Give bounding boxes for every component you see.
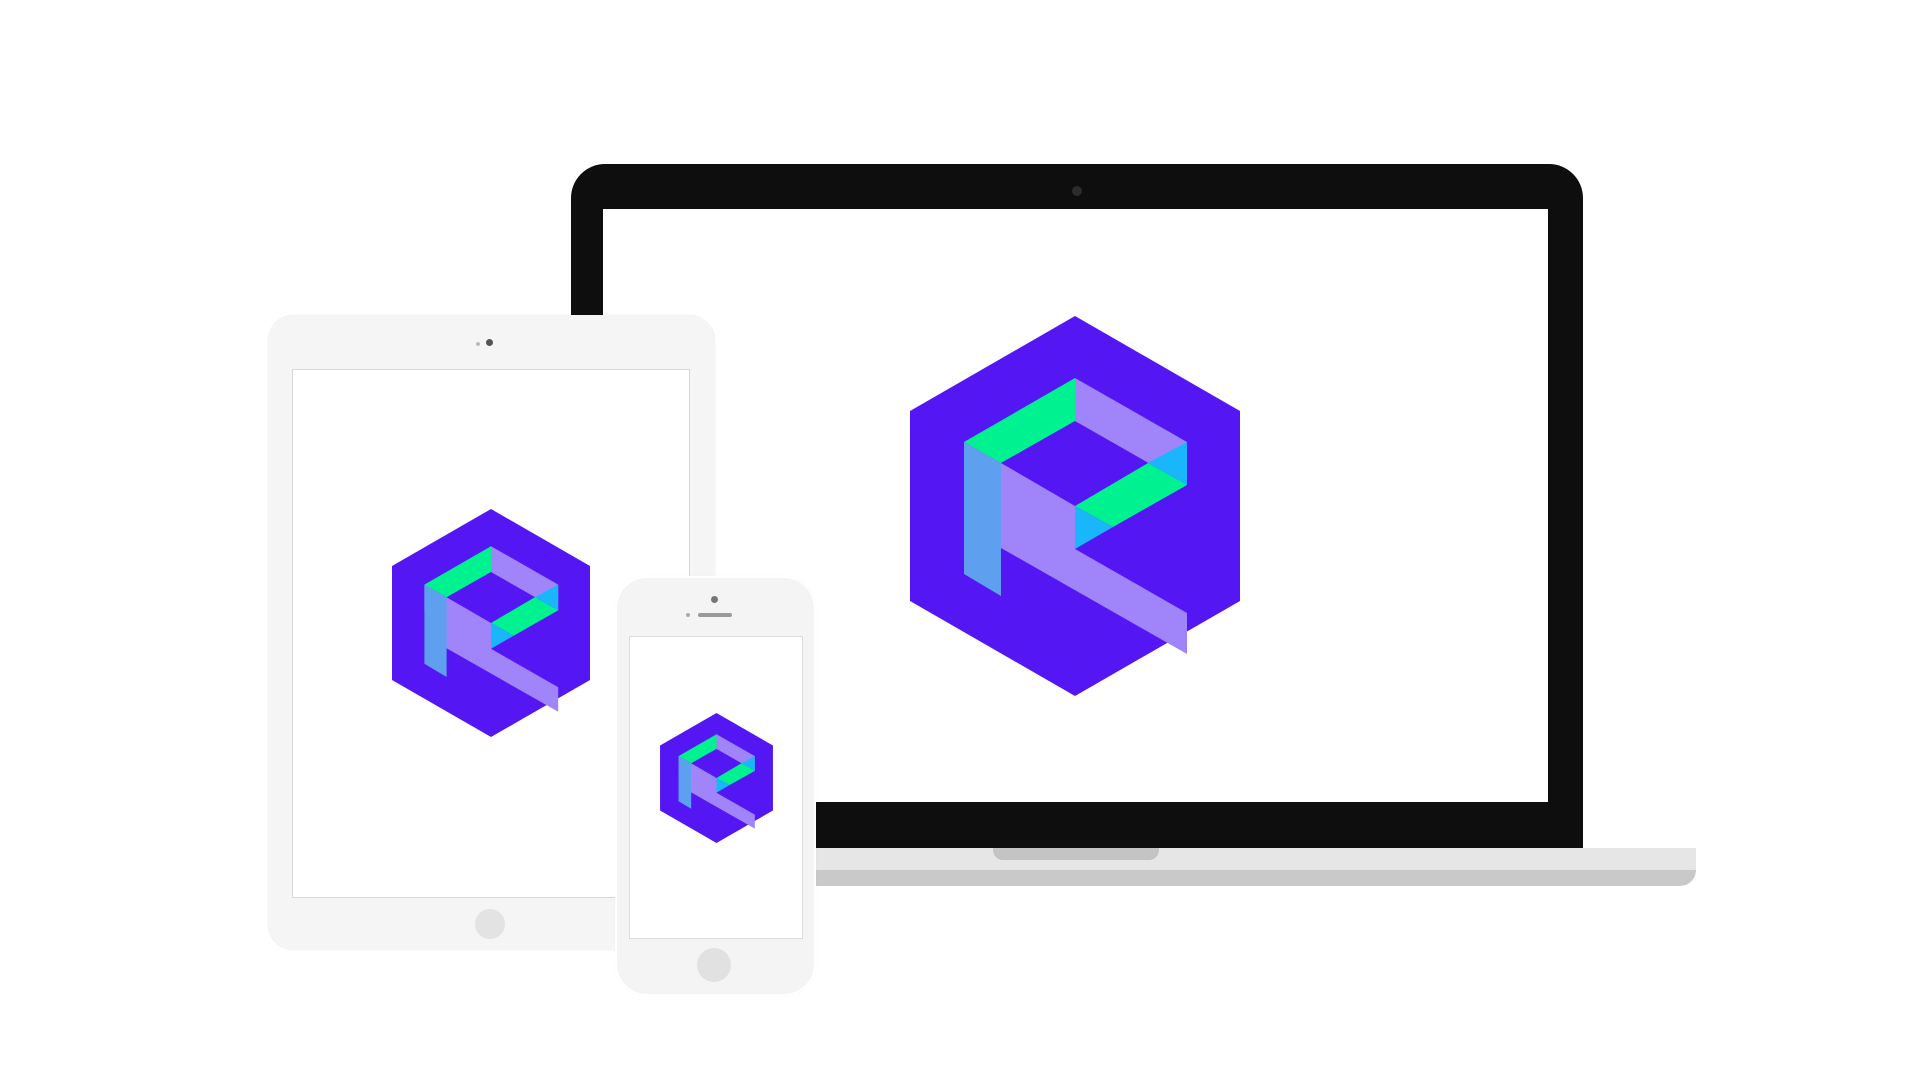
phone-speaker <box>698 613 732 617</box>
hexagon-p-logo <box>392 509 590 737</box>
laptop-trackpad-notch <box>993 848 1159 860</box>
tablet-logo <box>392 509 590 737</box>
phone-logo <box>660 713 773 843</box>
laptop-camera-icon <box>1072 186 1082 196</box>
phone-camera-icon <box>711 596 718 603</box>
tablet-home-button[interactable] <box>475 909 505 939</box>
laptop-logo <box>910 316 1240 696</box>
hexagon-p-logo <box>660 713 773 843</box>
tablet-camera-icon <box>486 339 493 346</box>
tablet-sensor-icon <box>476 342 480 346</box>
phone-sensor-icon <box>686 613 690 617</box>
phone-home-button[interactable] <box>697 948 731 982</box>
hexagon-p-logo <box>910 316 1240 696</box>
